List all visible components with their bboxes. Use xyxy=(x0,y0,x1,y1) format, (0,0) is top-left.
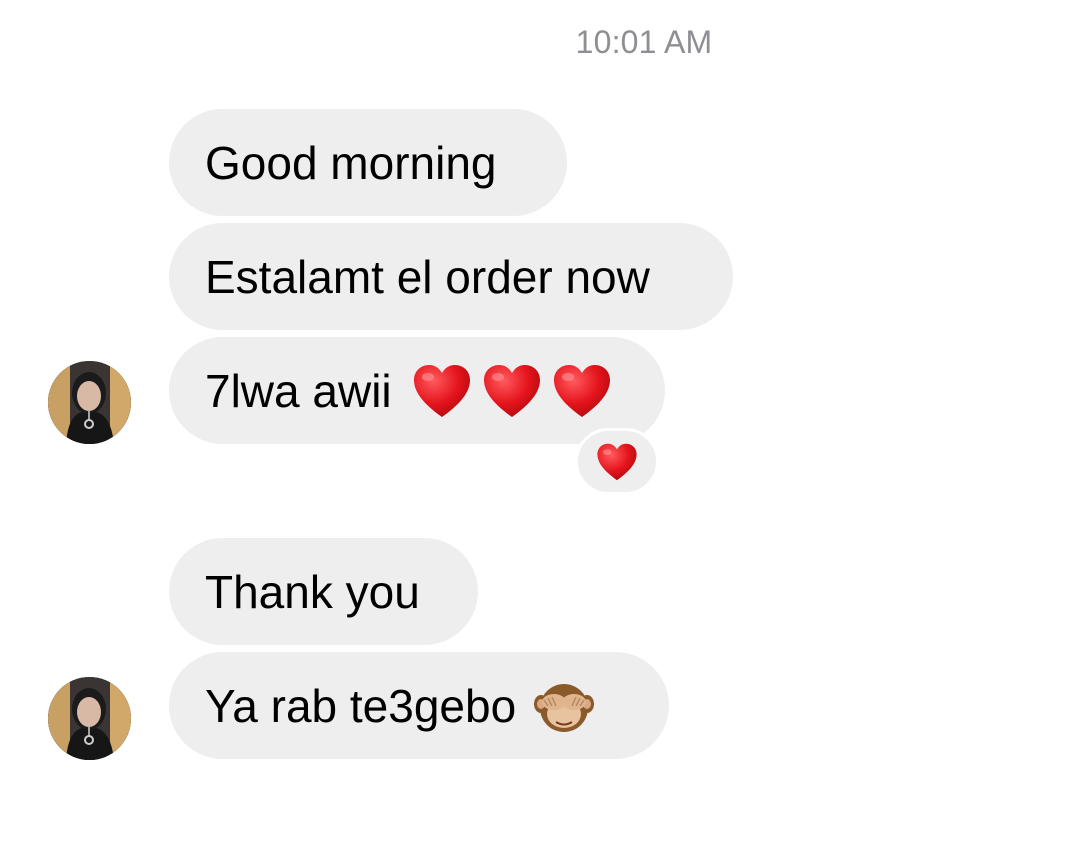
message-bubble[interactable]: Estalamt el order now xyxy=(169,223,733,330)
red-heart-icon xyxy=(596,442,638,482)
message-text: Estalamt el order now xyxy=(205,250,650,303)
red-heart-icon xyxy=(482,363,542,419)
message-text: Thank you xyxy=(205,565,420,618)
profile-photo-icon xyxy=(48,361,131,444)
avatar[interactable] xyxy=(48,677,131,760)
red-heart-icon xyxy=(552,363,612,419)
message-text: 7lwa awii xyxy=(205,364,392,417)
profile-photo-icon xyxy=(48,677,131,760)
message-bubble[interactable]: Good morning xyxy=(169,109,567,216)
avatar[interactable] xyxy=(48,361,131,444)
red-heart-icon xyxy=(412,363,472,419)
message-reaction[interactable] xyxy=(575,428,659,495)
chat-timestamp: 10:01 AM xyxy=(575,24,713,60)
message-bubble[interactable]: 7lwa awii xyxy=(169,337,665,444)
message-text: Good morning xyxy=(205,136,497,189)
see-no-evil-monkey-icon xyxy=(534,683,595,732)
message-text: Ya rab te3gebo xyxy=(205,679,517,732)
message-bubble[interactable]: Ya rab te3gebo xyxy=(169,652,669,759)
message-bubble[interactable]: Thank you xyxy=(169,538,478,645)
